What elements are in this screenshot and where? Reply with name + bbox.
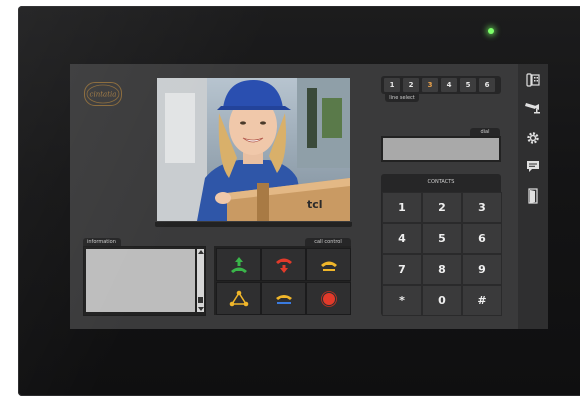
brand-logo-mark: cintatia [86,84,120,104]
video-feed[interactable]: tcl [157,78,350,221]
power-led-icon [488,28,494,34]
transfer-call-button[interactable] [261,282,306,315]
phone-hold-icon [320,261,337,271]
conference-icon [229,290,248,306]
scroll-down-icon[interactable] [198,307,204,311]
scroll-up-icon[interactable] [198,250,204,254]
message-icon [527,161,539,172]
line-select-bar: 1 2 3 4 5 6 [381,76,501,94]
line-button-5[interactable]: 5 [460,78,476,92]
brand-logo: cintatia [84,82,122,106]
key-2[interactable]: 2 [422,192,462,223]
box-label: tcl [307,198,323,211]
video-feed-image: tcl [157,78,350,221]
transfer-icon [275,294,292,304]
key-6[interactable]: 6 [462,223,502,254]
information-panel [83,246,206,316]
function-sidebar [518,64,548,329]
key-0[interactable]: 0 [422,285,462,316]
door-icon [528,188,538,204]
hang-up-button[interactable] [261,248,306,281]
key-star[interactable]: * [382,285,422,316]
line-button-6[interactable]: 6 [479,78,495,92]
dial-header: dial [470,128,500,136]
information-header: information [83,238,121,246]
video-frame-edge [155,222,352,227]
phone-up-icon [230,256,247,273]
call-control-grid [214,246,351,315]
call-control-header: call control [305,238,351,246]
keypad: CONTACTS 1 2 3 4 5 6 7 8 9 * 0 # [381,174,502,316]
scroll-thumb[interactable] [198,297,203,303]
record-button[interactable] [306,282,351,315]
settings-button[interactable] [525,130,541,146]
answer-call-button[interactable] [216,248,261,281]
key-8[interactable]: 8 [422,254,462,285]
dial-panel [381,136,501,162]
messages-button[interactable] [525,159,541,175]
hold-call-button[interactable] [306,248,351,281]
dial-display[interactable] [383,138,499,160]
cctv-camera-icon [525,103,540,114]
line-button-4[interactable]: 4 [441,78,457,92]
information-scrollbar[interactable] [197,249,204,312]
key-7[interactable]: 7 [382,254,422,285]
keypad-header: CONTACTS [427,179,455,185]
cctv-button[interactable] [525,99,541,115]
intercom-button[interactable] [525,72,541,88]
phone-down-icon [275,258,292,273]
door-button[interactable] [525,188,541,204]
key-3[interactable]: 3 [462,192,502,223]
record-icon [320,290,337,307]
key-hash[interactable]: # [462,285,502,316]
key-9[interactable]: 9 [462,254,502,285]
svg-text:cintatia: cintatia [90,91,117,99]
line-button-1[interactable]: 1 [384,78,400,92]
line-select-label: line select [385,94,419,102]
settings-gear-icon [527,132,539,144]
key-4[interactable]: 4 [382,223,422,254]
intercom-icon [526,73,540,87]
information-text-area[interactable] [86,249,195,312]
line-button-3[interactable]: 3 [422,78,438,92]
key-1[interactable]: 1 [382,192,422,223]
conference-button[interactable] [216,282,261,315]
line-button-2[interactable]: 2 [403,78,419,92]
key-5[interactable]: 5 [422,223,462,254]
